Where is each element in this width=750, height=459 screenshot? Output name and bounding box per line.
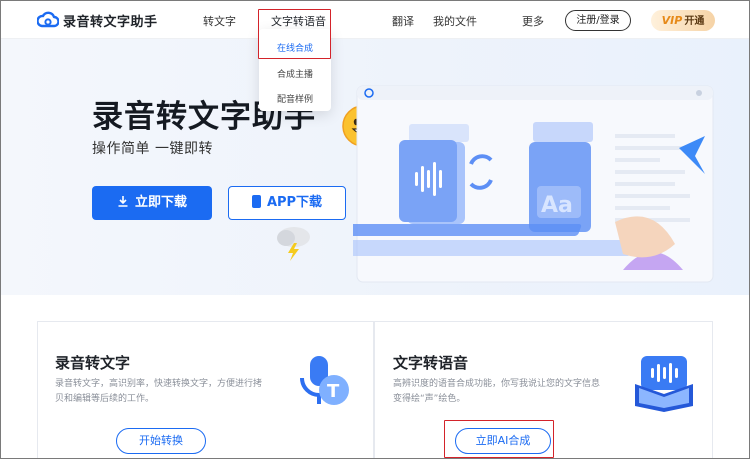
card-desc-text-to-speech: 高辨识度的语音合成功能，你写我说让您的文字信息 变得绘“声”绘色。 [393, 377, 618, 407]
nav-more[interactable]: 更多 [522, 13, 544, 29]
dropdown-item-synthesis-anchor[interactable]: 合成主播 [259, 67, 331, 80]
card-desc-line: 高辨识度的语音合成功能，你写我说让您的文字信息 [393, 379, 601, 389]
nav-my-files[interactable]: 我的文件 [433, 13, 477, 29]
nav-translate[interactable]: 翻译 [392, 13, 414, 29]
thunder-cloud-icon [277, 227, 310, 261]
phone-icon [251, 195, 261, 208]
card-desc-speech-to-text: 录音转文字，高识别率，快速转换文字，方便进行拷 贝和编辑等后续的工作。 [55, 377, 280, 407]
card-speech-to-text: 录音转文字 录音转文字，高识别率，快速转换文字，方便进行拷 贝和编辑等后续的工作… [37, 321, 374, 458]
highlight-box-nav [258, 9, 331, 59]
card-desc-line: 贝和编辑等后续的工作。 [55, 394, 155, 404]
vip-open-button[interactable]: VIP 开通 [651, 10, 715, 31]
cloud-logo-icon [37, 11, 59, 28]
nav-transcribe[interactable]: 转文字 [203, 13, 236, 29]
app-download-button[interactable]: APP下载 [228, 186, 346, 220]
browser-frame: 录音转文字助手 转文字 文字转语音 翻译 我的文件 更多 注册/登录 VIP 开通… [0, 0, 750, 459]
top-navigation-bar: 录音转文字助手 转文字 文字转语音 翻译 我的文件 更多 注册/登录 VIP 开通 [1, 1, 749, 39]
card-title-speech-to-text: 录音转文字 [55, 354, 131, 372]
vip-open-label: 开通 [684, 16, 705, 27]
card-title-text-to-speech: 文字转语音 [393, 354, 469, 372]
dropdown-item-dubbing-samples[interactable]: 配音样例 [259, 92, 331, 105]
hero-banner: 录音转文字助手 操作简单 一键即转 立即下载 APP下载 Aa [1, 39, 749, 295]
microphone-t-icon: T [300, 356, 349, 405]
card-desc-line: 录音转文字，高识别率，快速转换文字，方便进行拷 [55, 379, 263, 389]
start-conversion-button[interactable]: 开始转换 [116, 428, 206, 454]
download-icon [117, 186, 129, 220]
vip-mark: VIP [661, 14, 683, 27]
voice-book-icon [635, 356, 693, 412]
download-now-button[interactable]: 立即下载 [92, 186, 212, 220]
register-login-button[interactable]: 注册/登录 [565, 10, 631, 31]
hero-subtitle: 操作简单 一键即转 [92, 141, 213, 157]
illustration-aa-text: Aa [541, 193, 573, 218]
card-desc-line: 变得绘“声”绘色。 [393, 394, 466, 404]
app-download-label: APP下载 [266, 195, 323, 210]
svg-text:T: T [327, 381, 340, 402]
product-illustration: Aa [353, 85, 714, 283]
brand-name[interactable]: 录音转文字助手 [63, 11, 158, 30]
download-now-label: 立即下载 [134, 195, 187, 210]
highlight-box-ai-button [444, 420, 554, 458]
